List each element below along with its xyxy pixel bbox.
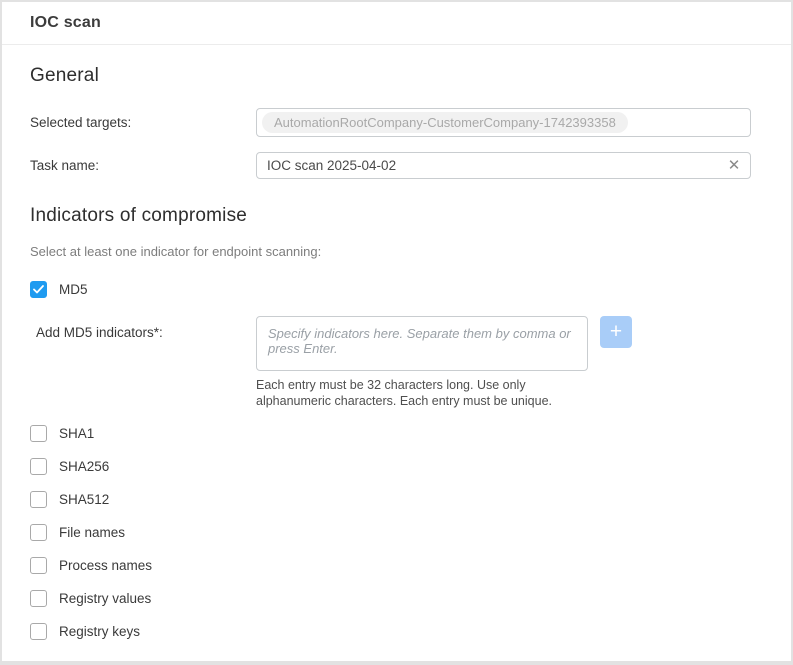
checkbox-label-file-names: File names — [59, 525, 125, 540]
selected-targets-label: Selected targets: — [30, 115, 256, 130]
md5-editor-row: + — [256, 316, 632, 371]
md5-editor-column: + Each entry must be 32 characters long.… — [256, 316, 632, 409]
checkbox-row-sha1: SHA1 — [30, 425, 751, 442]
panel-header: IOC scan — [2, 2, 791, 45]
checkbox-label-sha1: SHA1 — [59, 426, 94, 441]
sha1-checkbox[interactable] — [30, 425, 47, 442]
md5-indicators-block: Add MD5 indicators*: + Each entry must b… — [30, 316, 751, 409]
selected-targets-row: Selected targets: AutomationRootCompany-… — [30, 108, 751, 137]
plus-icon: + — [610, 320, 622, 343]
sha512-checkbox[interactable] — [30, 491, 47, 508]
registry-keys-checkbox[interactable] — [30, 623, 47, 640]
selected-targets-field[interactable]: AutomationRootCompany-CustomerCompany-17… — [256, 108, 751, 137]
selected-target-chip: AutomationRootCompany-CustomerCompany-17… — [262, 112, 628, 133]
task-name-label: Task name: — [30, 158, 256, 173]
checkbox-row-md5: MD5 — [30, 281, 751, 298]
md5-checkbox[interactable] — [30, 281, 47, 298]
task-name-field-wrap: ✕ — [256, 152, 751, 179]
indicator-checkbox-list: SHA1 SHA256 SHA512 File names Process na… — [30, 425, 751, 640]
checkbox-label-sha256: SHA256 — [59, 459, 109, 474]
checkbox-label-registry-keys: Registry keys — [59, 624, 140, 639]
panel-content: General Selected targets: AutomationRoot… — [2, 65, 791, 640]
task-name-input[interactable] — [256, 152, 751, 179]
checkbox-row-process-names: Process names — [30, 557, 751, 574]
ioc-scan-panel: IOC scan General Selected targets: Autom… — [0, 0, 793, 665]
process-names-checkbox[interactable] — [30, 557, 47, 574]
add-indicator-button[interactable]: + — [600, 316, 632, 348]
md5-indicators-input[interactable] — [256, 316, 588, 371]
file-names-checkbox[interactable] — [30, 524, 47, 541]
checkbox-row-registry-values: Registry values — [30, 590, 751, 607]
checkbox-row-sha256: SHA256 — [30, 458, 751, 475]
checkbox-label-registry-values: Registry values — [59, 591, 151, 606]
add-md5-indicators-label: Add MD5 indicators*: — [36, 316, 256, 409]
checkbox-label-sha512: SHA512 — [59, 492, 109, 507]
checkbox-label-md5: MD5 — [59, 282, 88, 297]
checkbox-label-process-names: Process names — [59, 558, 152, 573]
md5-indicators-hint: Each entry must be 32 characters long. U… — [256, 377, 604, 409]
sha256-checkbox[interactable] — [30, 458, 47, 475]
panel-title: IOC scan — [30, 14, 101, 32]
checkbox-row-registry-keys: Registry keys — [30, 623, 751, 640]
clear-icon[interactable]: ✕ — [725, 157, 743, 175]
checkbox-row-file-names: File names — [30, 524, 751, 541]
checkmark-icon — [33, 285, 44, 294]
task-name-row: Task name: ✕ — [30, 152, 751, 179]
section-heading-indicators: Indicators of compromise — [30, 205, 751, 227]
registry-values-checkbox[interactable] — [30, 590, 47, 607]
checkbox-row-sha512: SHA512 — [30, 491, 751, 508]
section-heading-general: General — [30, 65, 751, 87]
indicators-instruction: Select at least one indicator for endpoi… — [30, 244, 751, 259]
